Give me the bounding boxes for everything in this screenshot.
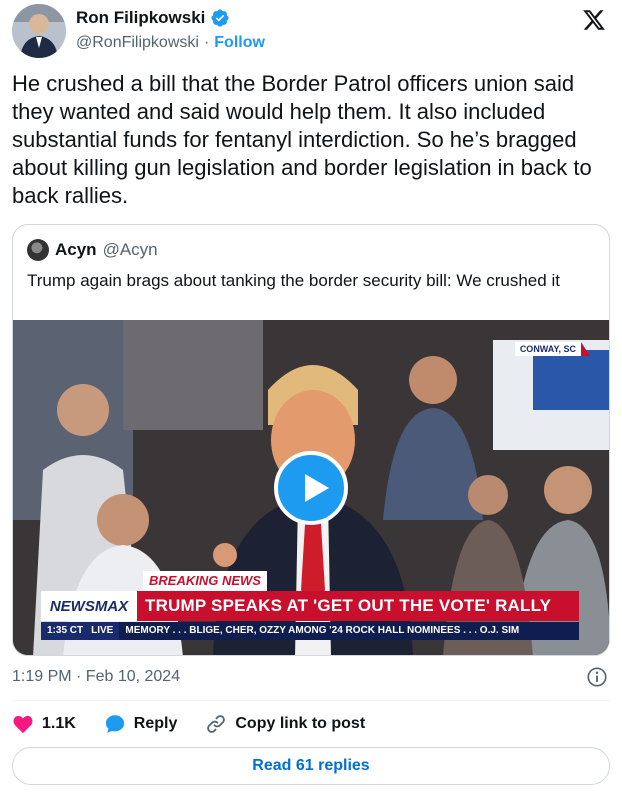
tweet-text: He crushed a bill that the Border Patrol… bbox=[12, 71, 592, 208]
news-chyron: NEWSMAX TRUMP SPEAKS AT 'GET OUT THE VOT… bbox=[41, 591, 579, 621]
reply-button[interactable]: Reply bbox=[104, 713, 178, 735]
divider bbox=[12, 700, 610, 701]
action-bar: 1.1K Reply Copy link to post bbox=[12, 712, 393, 736]
read-replies-button[interactable]: Read 61 replies bbox=[12, 747, 610, 785]
ticker-live: LIVE bbox=[89, 622, 120, 640]
author-display-name[interactable]: Ron Filipkowski bbox=[76, 8, 205, 28]
ticker-text: MEMORY . . . BLIGE, CHER, OZZY AMONG '24… bbox=[119, 622, 579, 640]
verified-badge-icon bbox=[211, 9, 229, 27]
quoted-author-handle: @Acyn bbox=[102, 240, 158, 259]
heart-icon bbox=[13, 715, 33, 734]
copy-link-label: Copy link to post bbox=[235, 715, 366, 732]
x-logo-icon[interactable] bbox=[582, 8, 606, 32]
quoted-tweet-card[interactable]: Acyn @Acyn Trump again brags about tanki… bbox=[12, 224, 610, 656]
like-count: 1.1K bbox=[42, 715, 76, 732]
play-icon[interactable] bbox=[274, 451, 348, 525]
quoted-tweet-text: Trump again brags about tanking the bord… bbox=[27, 271, 560, 290]
tweet-header: Ron Filipkowski @RonFilipkowski · Follow bbox=[12, 4, 610, 60]
video-player[interactable]: CONWAY, SC BREAKING NEWS NEWSMAX TRUMP S… bbox=[13, 320, 609, 655]
follow-button[interactable]: Follow bbox=[214, 34, 265, 52]
tweet-timestamp[interactable]: 1:19 PM · Feb 10, 2024 bbox=[12, 668, 180, 686]
quoted-author-avatar bbox=[27, 239, 49, 261]
quoted-author-name: Acyn bbox=[55, 240, 97, 259]
network-logo: NEWSMAX bbox=[41, 591, 137, 621]
chyron-headline: TRUMP SPEAKS AT 'GET OUT THE VOTE' RALLY bbox=[137, 591, 579, 621]
author-handle-line: @RonFilipkowski · Follow bbox=[76, 34, 265, 52]
info-icon[interactable] bbox=[586, 666, 608, 688]
news-ticker: 1:35 CT LIVE MEMORY . . . BLIGE, CHER, O… bbox=[41, 622, 579, 640]
separator-dot: · bbox=[203, 34, 210, 51]
link-icon bbox=[207, 715, 226, 733]
author-handle[interactable]: @RonFilipkowski bbox=[76, 34, 199, 52]
location-tag: CONWAY, SC bbox=[514, 342, 591, 356]
author-name-line: Ron Filipkowski bbox=[76, 8, 230, 28]
breaking-news-label: BREAKING NEWS bbox=[143, 571, 267, 591]
ticker-time: 1:35 CT bbox=[41, 622, 90, 640]
author-avatar[interactable] bbox=[12, 4, 66, 58]
quoted-tweet-header: Acyn @Acyn bbox=[27, 239, 158, 261]
copy-link-button[interactable]: Copy link to post bbox=[205, 713, 365, 735]
reply-bubble-icon bbox=[105, 715, 124, 733]
like-button[interactable]: 1.1K bbox=[12, 713, 76, 735]
reply-label: Reply bbox=[133, 715, 178, 732]
